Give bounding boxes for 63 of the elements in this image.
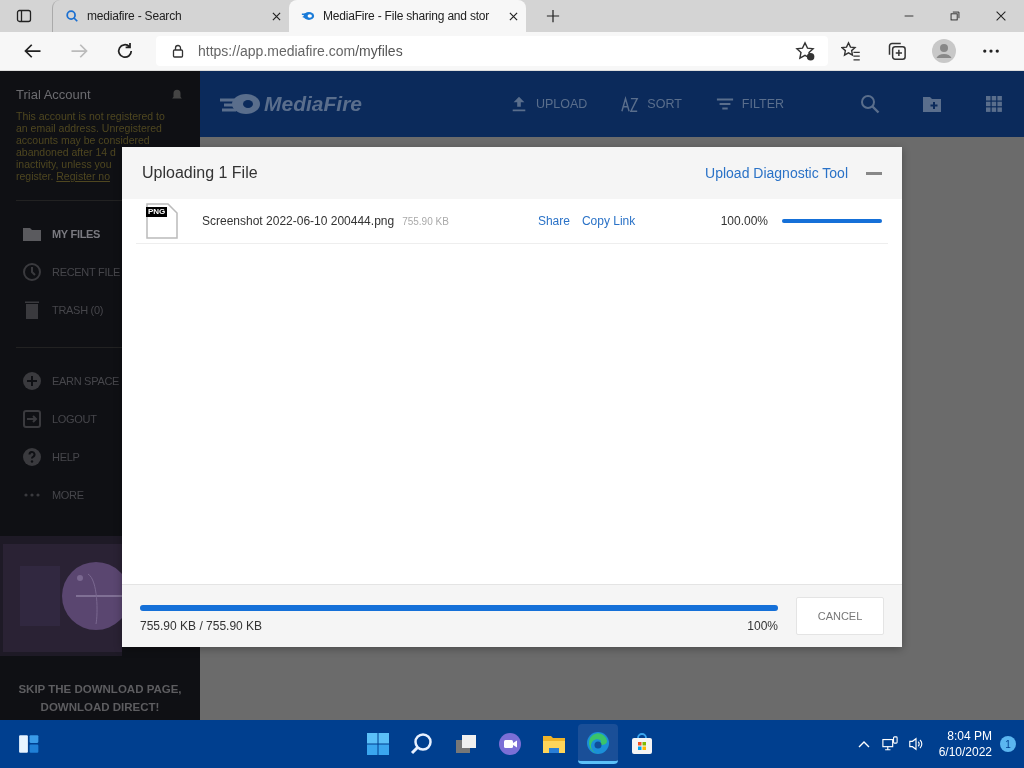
file-percent: 100.00%	[720, 214, 768, 228]
tab-actions-icon[interactable]	[16, 8, 32, 24]
windows-start-icon	[366, 732, 391, 756]
file-size: 755.90 KB	[402, 215, 449, 227]
address-field[interactable]: https://app.mediafire.com/myfiles	[156, 36, 828, 66]
file-action-link[interactable]: Copy Link	[581, 214, 636, 228]
clock-icon	[22, 262, 42, 282]
close-icon[interactable]	[272, 11, 281, 21]
more-icon	[22, 493, 42, 497]
network-icon[interactable]	[881, 736, 898, 752]
restore-icon[interactable]	[948, 9, 962, 23]
profile-avatar-icon[interactable]	[932, 39, 956, 63]
promo-heading: SKIP THE DOWNLOAD PAGE, DOWNLOAD DIRECT!	[17, 682, 183, 715]
add-favorite-icon[interactable]	[795, 41, 815, 61]
widgets-icon[interactable]	[18, 733, 40, 755]
notice-text: an email address. Unregistered	[16, 122, 163, 134]
transferred-text: 755.90 KB / 755.90 KB	[140, 619, 263, 633]
diagnostic-link[interactable]: Upload Diagnostic Tool	[705, 165, 848, 181]
logout-icon	[22, 409, 42, 429]
toolbar-button[interactable]: UPLOAD	[509, 95, 588, 113]
total-percent: 100%	[747, 619, 778, 633]
lock-icon	[170, 43, 186, 59]
cancel-button[interactable]: CANCEL	[796, 597, 884, 635]
flame-logo-icon	[218, 92, 262, 116]
edge-browser-icon	[586, 730, 611, 755]
notice-text: abandoned after 14 d	[16, 146, 117, 158]
toolbar-button[interactable]: SORT	[621, 95, 682, 113]
taskbar-app[interactable]	[578, 724, 619, 764]
task-view-icon	[454, 732, 479, 756]
new-tab-icon[interactable]	[546, 9, 560, 23]
flame-logo-icon	[301, 9, 315, 23]
favorites-icon[interactable]	[841, 41, 861, 61]
minimize-icon[interactable]	[866, 171, 882, 175]
search-icon[interactable]	[860, 94, 880, 114]
file-name: Screenshot 2022-06-10 200444.png	[202, 214, 395, 228]
close-icon[interactable]	[509, 11, 518, 21]
register-link[interactable]: Register no	[56, 170, 110, 182]
notification-badge[interactable]: 1	[1000, 736, 1016, 752]
account-title: Trial Account	[16, 87, 91, 102]
search-icon	[65, 9, 79, 23]
toolbar-button[interactable]: FILTER	[715, 95, 784, 113]
collections-icon[interactable]	[887, 41, 907, 61]
sort-icon	[621, 95, 640, 113]
new-folder-icon[interactable]	[922, 94, 942, 114]
store-bag-icon	[630, 732, 655, 756]
video-chat-icon	[498, 732, 523, 756]
volume-icon[interactable]	[907, 736, 924, 752]
refresh-icon[interactable]	[115, 41, 135, 61]
file-action-link[interactable]: Share	[537, 214, 570, 228]
plus-circle-icon	[22, 371, 42, 391]
grid-view-icon[interactable]	[984, 94, 1004, 114]
trash-icon	[22, 300, 42, 320]
taskbar-clock[interactable]: 8:04 PM 6/10/2022	[938, 728, 992, 760]
file-icon: PNG	[146, 203, 180, 239]
notice-text: register.	[16, 170, 54, 182]
browser-tab[interactable]: MediaFire - File sharing and stor	[289, 0, 526, 32]
url-text: https://app.mediafire.com/myfiles	[198, 43, 403, 59]
help-icon	[22, 447, 42, 467]
search-icon	[410, 732, 435, 756]
dialog-title: Uploading 1 File	[142, 164, 258, 182]
close-icon[interactable]	[994, 9, 1008, 23]
notice-text: accounts may be considered	[16, 134, 151, 146]
mediafire-logo[interactable]: MediaFire	[218, 92, 363, 116]
